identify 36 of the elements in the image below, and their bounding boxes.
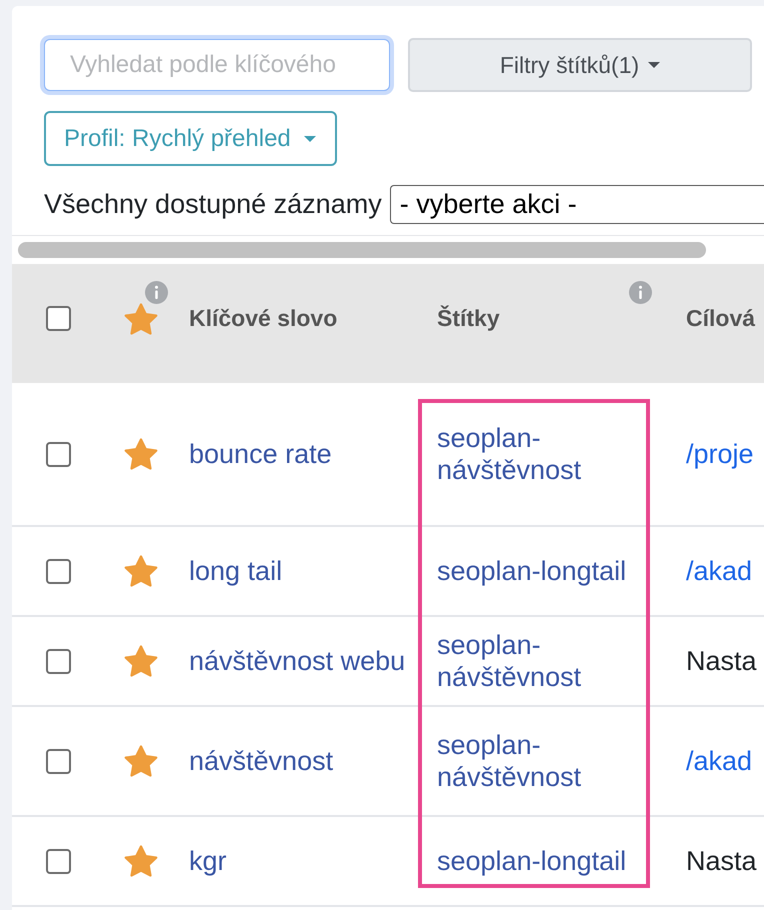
scrollbar-thumb[interactable]: [18, 242, 706, 258]
keyword-link[interactable]: návštěvnost webu: [189, 644, 406, 678]
tag-filter-button[interactable]: Filtry štítků(1): [408, 38, 752, 92]
page-link[interactable]: /akad: [686, 554, 752, 588]
row-checkbox[interactable]: [46, 558, 71, 584]
column-header[interactable]: Štítky: [437, 305, 500, 332]
search-field[interactable]: Vyhledat podle klíčového: [44, 39, 390, 91]
tag-link[interactable]: seoplan-longtail: [437, 554, 626, 588]
star-icon[interactable]: [124, 845, 158, 877]
cell-text: Nasta: [686, 644, 757, 678]
star-icon[interactable]: [124, 745, 158, 777]
cell-text: Nasta: [686, 844, 757, 878]
column-header[interactable]: Cílová: [686, 305, 756, 332]
select-all-checkbox[interactable]: [46, 306, 71, 331]
keyword-link[interactable]: návštěvnost: [189, 744, 334, 778]
row-checkbox[interactable]: [46, 648, 71, 674]
star-icon[interactable]: [124, 645, 158, 677]
action-select[interactable]: - vyberte akci -: [390, 185, 764, 224]
tag-link[interactable]: seoplan-návštěvnost: [437, 422, 648, 486]
page-link[interactable]: /proje: [686, 438, 754, 470]
row-checkbox[interactable]: [46, 848, 71, 874]
star-icon[interactable]: [124, 555, 158, 587]
row-checkbox[interactable]: [46, 748, 71, 774]
caret-icon: [648, 62, 660, 68]
caret-icon: [304, 136, 316, 142]
star-icon[interactable]: [124, 438, 158, 470]
keyword-link[interactable]: long tail: [189, 554, 282, 588]
column-header[interactable]: Klíčové slovo: [189, 305, 338, 332]
keyword-link[interactable]: kgr: [189, 844, 227, 878]
tag-link[interactable]: seoplan-návštěvnost: [437, 628, 648, 694]
page-link[interactable]: /akad: [686, 744, 752, 778]
keyword-link[interactable]: bounce rate: [189, 438, 332, 470]
tag-link[interactable]: seoplan-návštěvnost: [437, 728, 648, 794]
row-checkbox[interactable]: [46, 442, 71, 466]
bulk-action-label: Všechny dostupné záznamy: [44, 189, 382, 220]
tag-link[interactable]: seoplan-longtail: [437, 844, 626, 878]
